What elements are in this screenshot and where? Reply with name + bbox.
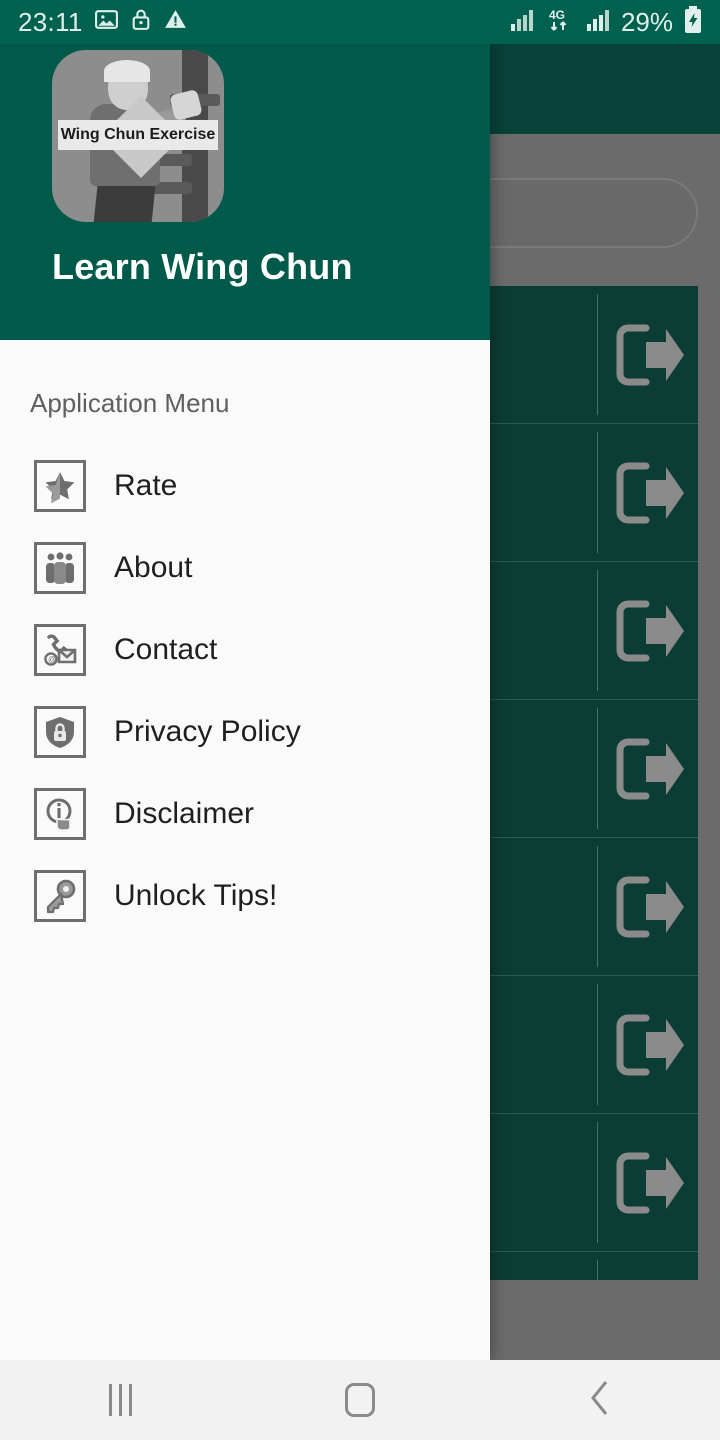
menu-item-label: Privacy Policy <box>114 715 301 748</box>
menu-item-label: Rate <box>114 469 178 502</box>
menu-item-label: Disclaimer <box>114 797 255 830</box>
battery-percent-label: 29% <box>620 6 673 37</box>
menu-item-label: About <box>114 551 193 584</box>
contact-mail-icon: @ <box>34 624 86 676</box>
mobile-data-icon: 4G <box>545 7 575 38</box>
app-icon: Wing Chun Exercise <box>52 50 224 222</box>
menu-item-unlock-tips[interactable]: Unlock Tips! <box>0 855 490 937</box>
app-name-label: Learn Wing Chun <box>52 246 353 287</box>
app-icon-caption: Wing Chun Exercise <box>58 120 218 150</box>
people-icon <box>34 542 86 594</box>
svg-text:4G: 4G <box>549 8 565 22</box>
exit-arrow-icon[interactable] <box>598 562 700 699</box>
warning-icon <box>163 7 188 37</box>
recents-button[interactable] <box>60 1360 180 1440</box>
drawer-header: Wing Chun Exercise Learn Wing Chun <box>0 0 490 340</box>
navigation-drawer: Wing Chun Exercise Learn Wing Chun Appli… <box>0 0 490 1360</box>
status-bar: 23:11 4G 29% <box>0 0 720 44</box>
home-button[interactable] <box>300 1360 420 1440</box>
menu-section-title: Application Menu <box>30 388 230 418</box>
recents-icon <box>108 1384 132 1416</box>
menu-item-label: Contact <box>114 633 218 666</box>
menu-item-rate[interactable]: Rate <box>0 445 490 527</box>
image-icon <box>94 7 119 37</box>
exit-arrow-icon[interactable] <box>598 1114 700 1251</box>
system-nav-bar <box>0 1360 720 1440</box>
status-clock: 23:11 <box>18 6 83 37</box>
signal-bars-icon-2 <box>586 9 610 36</box>
menu-item-disclaimer[interactable]: Disclaimer <box>0 773 490 855</box>
signal-bars-icon <box>510 9 534 36</box>
menu-item-privacy-policy[interactable]: Privacy Policy <box>0 691 490 773</box>
exit-arrow-icon[interactable] <box>598 286 700 423</box>
menu-item-label: Unlock Tips! <box>114 879 278 912</box>
exit-arrow-icon[interactable] <box>598 976 700 1113</box>
menu-item-about[interactable]: About <box>0 527 490 609</box>
star-icon <box>34 460 86 512</box>
back-chevron-icon <box>587 1378 613 1423</box>
menu-item-contact[interactable]: @ Contact <box>0 609 490 691</box>
svg-text:@: @ <box>48 655 56 664</box>
home-icon <box>345 1383 375 1417</box>
back-button[interactable] <box>540 1360 660 1440</box>
battery-charging-icon <box>684 6 702 38</box>
scrim-right-edge <box>698 134 720 1280</box>
status-bar-right: 4G 29% <box>510 6 702 38</box>
exit-arrow-icon[interactable] <box>598 838 700 975</box>
exit-arrow-icon[interactable] <box>598 1252 700 1280</box>
info-hand-icon <box>34 788 86 840</box>
figure-hair <box>104 60 150 82</box>
shield-lock-icon <box>34 706 86 758</box>
lock-icon <box>130 7 152 37</box>
drawer-menu-list: Rate About @ Contact Privacy Policy Disc… <box>0 419 490 937</box>
exit-arrow-icon[interactable] <box>598 424 700 561</box>
exit-arrow-icon[interactable] <box>598 700 700 837</box>
key-icon <box>34 870 86 922</box>
status-bar-left: 23:11 <box>18 7 188 38</box>
